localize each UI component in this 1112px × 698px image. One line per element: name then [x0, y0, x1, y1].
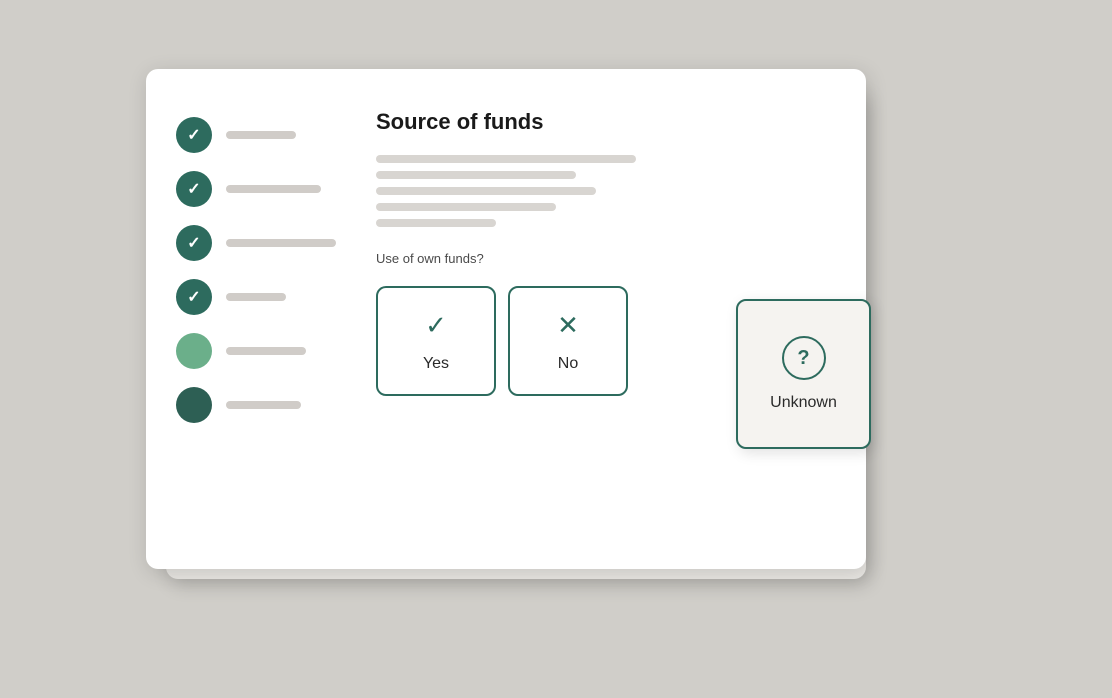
circle-4: ✓	[176, 279, 212, 315]
circle-3: ✓	[176, 225, 212, 261]
sidebar-item-3: ✓	[176, 225, 336, 261]
check-icon-4: ✓	[187, 287, 200, 307]
circle-6	[176, 387, 212, 423]
sidebar: ✓ ✓ ✓ ✓	[176, 109, 336, 529]
yes-label: Yes	[423, 355, 449, 373]
unknown-icon: ?	[782, 336, 826, 380]
unknown-card[interactable]: ? Unknown	[736, 299, 871, 449]
item-line-2	[226, 185, 321, 193]
text-line-3	[376, 187, 596, 195]
text-lines	[376, 155, 826, 227]
item-line-3	[226, 239, 336, 247]
sidebar-item-1: ✓	[176, 117, 336, 153]
check-icon-2: ✓	[187, 179, 200, 199]
circle-1: ✓	[176, 117, 212, 153]
no-label: No	[558, 355, 578, 373]
sidebar-item-5	[176, 333, 336, 369]
item-line-1	[226, 131, 296, 139]
no-icon: ✕	[557, 310, 579, 341]
scene: ✓ ✓ ✓ ✓	[146, 69, 966, 629]
text-line-2	[376, 171, 576, 179]
yes-icon: ✓	[425, 310, 447, 341]
no-button[interactable]: ✕ No	[508, 286, 628, 396]
section-title: Source of funds	[376, 109, 826, 135]
item-line-6	[226, 401, 301, 409]
yes-button[interactable]: ✓ Yes	[376, 286, 496, 396]
question-label: Use of own funds?	[376, 251, 826, 266]
sidebar-item-4: ✓	[176, 279, 336, 315]
circle-2: ✓	[176, 171, 212, 207]
sidebar-item-2: ✓	[176, 171, 336, 207]
sidebar-item-6	[176, 387, 336, 423]
text-line-4	[376, 203, 556, 211]
check-icon-1: ✓	[187, 125, 200, 145]
text-line-5	[376, 219, 496, 227]
circle-5	[176, 333, 212, 369]
unknown-label: Unknown	[770, 394, 837, 412]
item-line-4	[226, 293, 286, 301]
check-icon-3: ✓	[187, 233, 200, 253]
item-line-5	[226, 347, 306, 355]
text-line-1	[376, 155, 636, 163]
